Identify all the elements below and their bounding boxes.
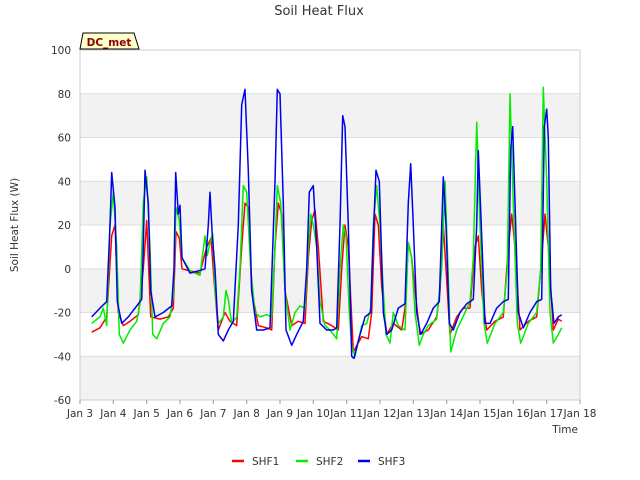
x-tick-label: Jan 8 <box>233 408 260 420</box>
chart-title: Soil Heat Flux <box>274 4 364 19</box>
y-tick-label: 40 <box>58 176 71 188</box>
x-tick-label: Jan 10 <box>296 408 330 420</box>
x-tick-label: Jan 16 <box>496 408 530 420</box>
grid-bands <box>80 93 580 400</box>
x-tick-label: Jan 15 <box>463 408 497 420</box>
y-tick-label: 20 <box>58 220 71 232</box>
x-tick-label: Jan 12 <box>363 408 397 420</box>
x-axis-ticks: Jan 3 Jan 4 Jan 5 Jan 6 Jan 7 Jan 8 Jan 9 Jan 1… <box>66 400 597 420</box>
legend-label-shf2: SHF2 <box>316 456 343 468</box>
plot-area <box>79 49 581 401</box>
y-tick-label: -20 <box>54 308 71 320</box>
x-tick-label: Jan 9 <box>266 408 293 420</box>
x-tick-label: Jan 14 <box>429 408 463 420</box>
y-tick-label: -40 <box>54 351 71 363</box>
y-tick-label: 0 <box>64 264 71 276</box>
station-badge: DC_met <box>79 32 140 50</box>
grid-band <box>80 181 580 225</box>
x-tick-label: Jan 18 <box>563 408 597 420</box>
station-badge-label: DC_met <box>87 37 132 49</box>
legend: SHF1 SHF2 SHF3 <box>232 456 405 468</box>
grid-band <box>80 93 580 138</box>
x-tick-label: Jan 3 <box>66 408 93 420</box>
x-axis-label: Time <box>551 424 578 436</box>
x-tick-label: Jan 4 <box>99 408 127 420</box>
x-tick-label: Jan 13 <box>396 408 430 420</box>
x-tick-label: Jan 7 <box>199 408 226 420</box>
x-tick-label: Jan 6 <box>166 408 194 420</box>
x-tick-label: Jan 11 <box>329 408 363 420</box>
y-tick-label: 60 <box>58 133 71 145</box>
grid-band <box>80 356 580 400</box>
y-tick-label: 80 <box>58 89 71 101</box>
soil-heat-flux-chart: Soil Heat Flux Jan 3 Jan 4 Jan 5 Jan 6 Jan 7… <box>9 4 597 468</box>
y-tick-label: 100 <box>51 45 71 57</box>
y-axis-ticks: -60 -40 -20 0 20 40 60 80 100 <box>51 45 71 407</box>
legend-label-shf3: SHF3 <box>378 456 405 468</box>
legend-label-shf1: SHF1 <box>252 456 279 468</box>
y-axis-label: Soil Heat Flux (W) <box>9 178 21 272</box>
x-tick-label: Jan 5 <box>133 408 160 420</box>
y-tick-label: -60 <box>54 395 71 407</box>
x-tick-label: Jan 17 <box>529 408 563 420</box>
